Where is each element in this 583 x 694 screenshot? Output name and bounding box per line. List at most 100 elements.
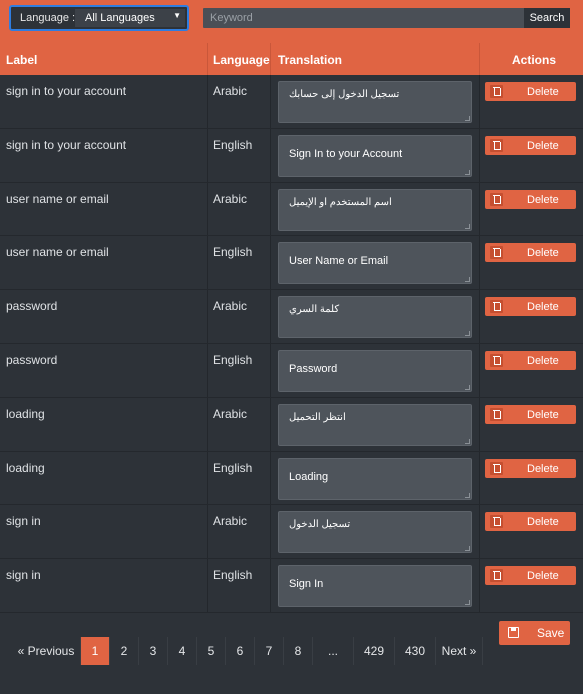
- resize-handle-icon[interactable]: [465, 384, 470, 390]
- pagination-page[interactable]: 6: [226, 637, 255, 665]
- translation-field[interactable]: كلمة السري: [278, 296, 472, 339]
- pagination-page[interactable]: 4: [168, 637, 197, 665]
- language-select[interactable]: All Languages ▼: [75, 9, 185, 27]
- column-divider: [479, 75, 480, 128]
- delete-button[interactable]: Delete: [485, 243, 576, 263]
- delete-button[interactable]: Delete: [485, 512, 576, 532]
- row-label: sign in to your account: [6, 84, 127, 98]
- language-select-value: All Languages: [85, 12, 155, 24]
- pagination-page[interactable]: 430: [395, 637, 436, 665]
- row-label: loading: [6, 460, 45, 475]
- column-divider: [207, 128, 208, 182]
- translation-field[interactable]: تسجيل الدخول إلى حسابك: [278, 81, 472, 123]
- search-button[interactable]: Search: [524, 8, 570, 28]
- table-row: sign in to your account Arabic تسجيل الدخو…: [0, 75, 583, 129]
- row-language: English: [213, 460, 253, 475]
- trash-icon: [490, 85, 503, 98]
- resize-handle-icon[interactable]: [465, 116, 470, 121]
- language-filter[interactable]: Language : All Languages ▼: [9, 5, 189, 31]
- translation-text: انتظر التحميل: [289, 411, 346, 423]
- delete-button-label: Delete: [527, 86, 559, 98]
- delete-button[interactable]: Delete: [485, 297, 576, 317]
- table-body: sign in to your account Arabic تسجيل الدخو…: [0, 75, 583, 613]
- pagination-page[interactable]: 8: [284, 637, 313, 665]
- table-row: sign in English Sign In Delete: [0, 559, 583, 613]
- column-divider: [270, 182, 271, 236]
- floppy-disk-icon: [508, 627, 519, 638]
- header-divider: [207, 43, 208, 75]
- delete-button[interactable]: Delete: [485, 566, 576, 586]
- column-divider: [270, 397, 271, 451]
- pagination-page[interactable]: 429: [354, 637, 395, 665]
- row-label: user name or email: [6, 191, 109, 206]
- row-label: sign in: [6, 514, 41, 529]
- pagination-page[interactable]: 5: [197, 637, 226, 665]
- delete-button[interactable]: Delete: [485, 189, 576, 209]
- row-language: Arabic: [213, 84, 248, 98]
- column-divider: [207, 397, 208, 451]
- translation-text: تسجيل الدخول إلى حسابك: [289, 89, 400, 100]
- resize-handle-icon[interactable]: [465, 331, 470, 337]
- trash-icon: [490, 569, 503, 583]
- resize-handle-icon[interactable]: [465, 600, 470, 606]
- delete-button[interactable]: Delete: [485, 82, 576, 101]
- pagination-page[interactable]: 2: [110, 637, 139, 665]
- table-header: Label Language Translation Actions: [0, 43, 583, 75]
- delete-button-label: Delete: [527, 462, 559, 475]
- translation-field[interactable]: تسجيل الدخول: [278, 511, 472, 554]
- pagination-ellipsis: ...: [313, 637, 354, 665]
- pagination-page[interactable]: 7: [255, 637, 284, 665]
- pagination-page[interactable]: 1: [81, 637, 110, 665]
- delete-button-label: Delete: [527, 354, 559, 367]
- delete-button[interactable]: Delete: [485, 458, 576, 478]
- column-divider: [270, 343, 271, 397]
- translation-field[interactable]: Sign In: [278, 565, 472, 608]
- trash-icon: [490, 192, 503, 206]
- header-divider: [270, 43, 271, 75]
- translation-field[interactable]: اسم المستخدم او الإيميل: [278, 188, 472, 231]
- search-input[interactable]: Keyword: [203, 8, 524, 28]
- toolbar: Language : All Languages ▼ Keyword Searc…: [0, 0, 583, 43]
- translation-field[interactable]: انتظر التحميل: [278, 403, 472, 446]
- translation-field[interactable]: Password: [278, 349, 472, 392]
- translation-field[interactable]: Sign In to your Account: [278, 134, 472, 177]
- column-header-translation: Translation: [278, 53, 343, 67]
- delete-button[interactable]: Delete: [485, 404, 576, 424]
- resize-handle-icon[interactable]: [465, 277, 470, 283]
- column-divider: [207, 182, 208, 236]
- pagination-page[interactable]: 3: [139, 637, 168, 665]
- delete-button[interactable]: Delete: [485, 135, 576, 155]
- translation-text: Sign In: [289, 578, 324, 591]
- row-language: English: [213, 137, 253, 152]
- translation-field[interactable]: Loading: [278, 457, 472, 500]
- translation-text: اسم المستخدم او الإيميل: [289, 196, 392, 208]
- column-divider: [479, 290, 480, 343]
- save-button-label: Save: [537, 626, 565, 640]
- delete-button-label: Delete: [527, 247, 559, 260]
- column-divider: [270, 290, 271, 343]
- resize-handle-icon[interactable]: [465, 492, 470, 498]
- table-row: loading English Loading Delete: [0, 451, 583, 506]
- save-button[interactable]: Save: [499, 621, 570, 645]
- column-divider: [207, 290, 208, 343]
- delete-button-label: Delete: [527, 193, 559, 206]
- table-row: password Arabic كلمة السري Delete: [0, 290, 583, 344]
- pagination-previous[interactable]: « Previous: [12, 637, 81, 665]
- translation-text: Password: [289, 362, 338, 375]
- delete-button-label: Delete: [527, 408, 559, 421]
- pagination-next[interactable]: Next »: [436, 637, 483, 665]
- row-label: password: [6, 299, 58, 314]
- column-divider: [270, 236, 271, 290]
- resize-handle-icon[interactable]: [465, 169, 470, 175]
- resize-handle-icon[interactable]: [465, 438, 470, 444]
- trash-icon: [490, 246, 503, 260]
- column-divider: [479, 451, 480, 505]
- resize-handle-icon[interactable]: [465, 223, 470, 229]
- column-divider: [270, 451, 271, 505]
- row-language: English: [213, 245, 253, 260]
- column-divider: [207, 559, 208, 612]
- delete-button[interactable]: Delete: [485, 350, 576, 370]
- trash-icon: [490, 407, 503, 421]
- resize-handle-icon[interactable]: [465, 546, 470, 552]
- translation-field[interactable]: User Name or Email: [278, 242, 472, 285]
